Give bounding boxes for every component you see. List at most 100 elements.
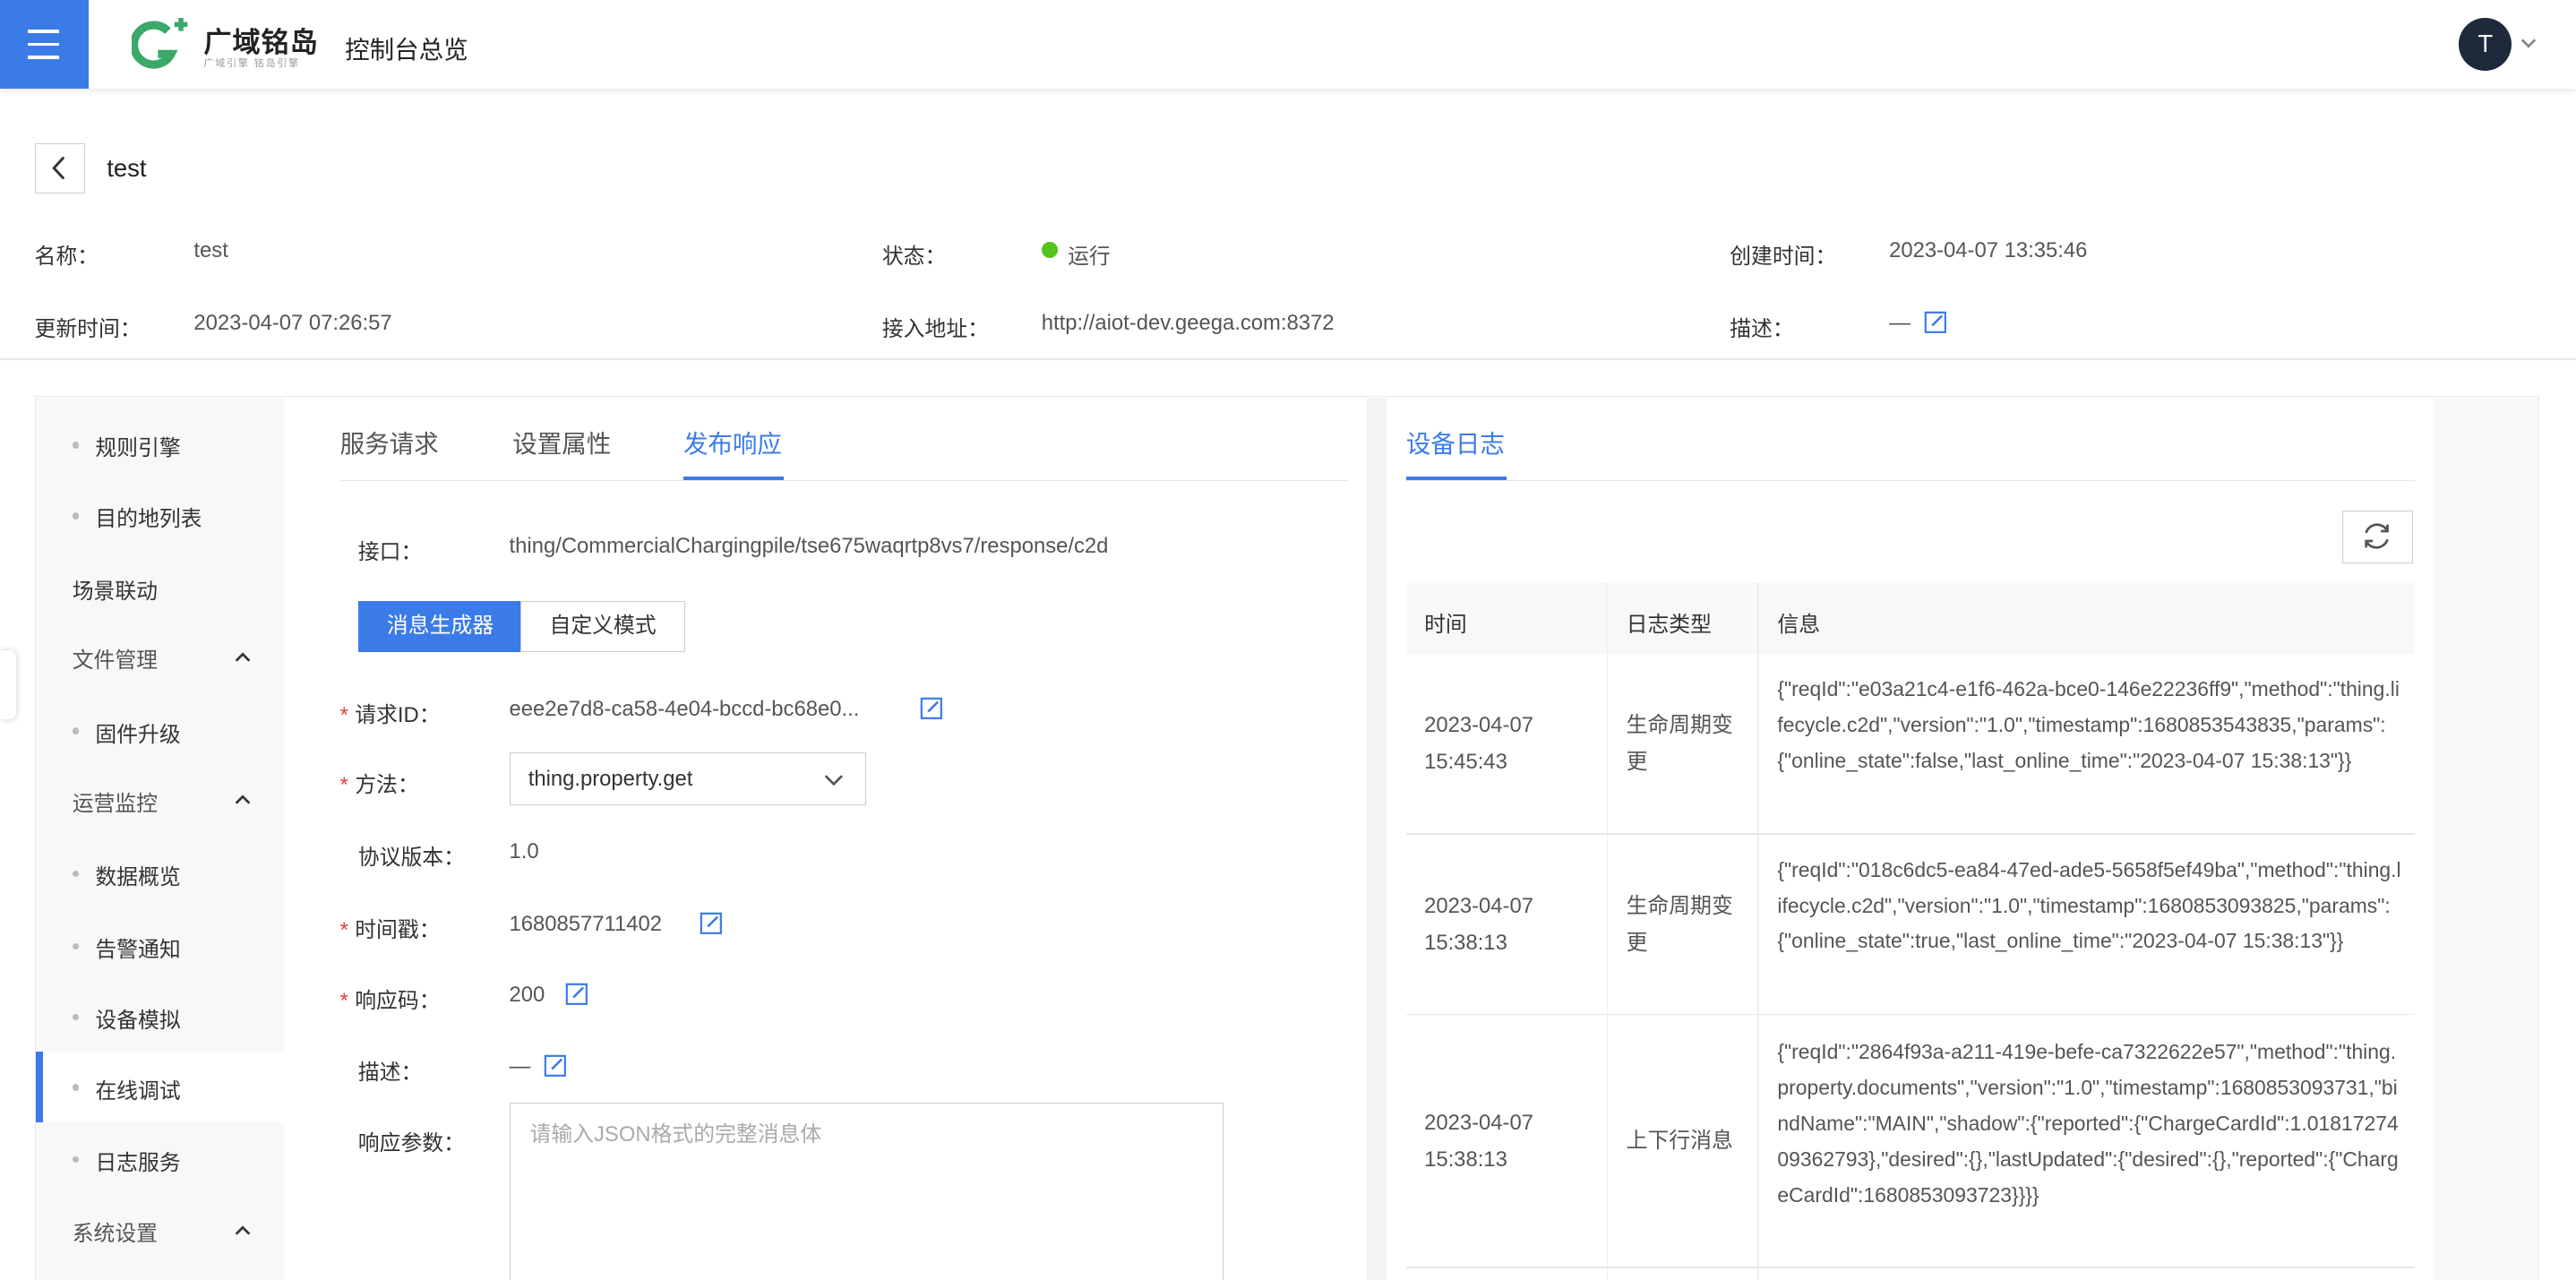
created-value: 2023-04-07 13:35:46 xyxy=(1889,237,2088,262)
row-divider xyxy=(1405,832,2415,835)
sidebar-item-online-debug[interactable]: 在线调试 xyxy=(36,1051,285,1122)
sidebar-item-label: 运营监控 xyxy=(72,791,158,816)
back-button[interactable] xyxy=(34,142,86,194)
sidebar-group-ops-monitor[interactable]: 运营监控 xyxy=(36,764,284,835)
sidebar-item-label: 日志服务 xyxy=(95,1151,181,1176)
timestamp-label: * 时间戳： xyxy=(339,917,441,942)
log-row-info: {"reqId":"e03a21c4-e1f6-462a-bce0-146e22… xyxy=(1777,677,2400,772)
name-label: 名称： xyxy=(34,244,99,269)
tab-publish-response[interactable]: 发布响应 xyxy=(683,424,782,460)
log-tabs-divider xyxy=(1405,479,2415,482)
log-row-type: 生命周期变更 xyxy=(1626,894,1733,955)
tab-set-property[interactable]: 设置属性 xyxy=(512,424,611,460)
row-divider xyxy=(1405,1267,2415,1268)
code-label: * 响应码： xyxy=(339,988,441,1013)
topic-value: thing/CommercialChargingpile/tse675waqrt… xyxy=(509,534,1109,559)
sidebar-item-label: 目的地列表 xyxy=(95,507,202,532)
brand-name: 广域铭岛 xyxy=(203,27,319,58)
refresh-button[interactable] xyxy=(2342,511,2414,564)
section-divider xyxy=(0,357,2576,360)
sidebar-item-label: 文件管理 xyxy=(72,649,158,674)
topic-label: 接口： xyxy=(357,540,423,565)
sidebar-item-label: 规则引擎 xyxy=(95,436,181,461)
method-select[interactable]: thing.property.get xyxy=(509,752,866,805)
col-type-header: 日志类型 xyxy=(1626,612,1712,637)
avatar[interactable]: T xyxy=(2459,18,2512,71)
sidebar-item-data-overview[interactable]: 数据概览 xyxy=(36,838,284,908)
edit-icon[interactable] xyxy=(700,912,723,935)
menu-icon[interactable] xyxy=(0,0,90,90)
sidebar-item-label: 数据概览 xyxy=(95,865,181,890)
top-bar: 广域铭岛 广域引擎 铭岛引擎 控制台总览 T xyxy=(0,0,2576,90)
col-time-header: 时间 xyxy=(1424,612,1467,637)
edit-icon[interactable] xyxy=(565,983,588,1006)
sidebar-item-label: 系统设置 xyxy=(72,1222,158,1247)
log-title[interactable]: 设备日志 xyxy=(1406,424,1505,460)
updated-label: 更新时间： xyxy=(34,316,142,341)
log-row-time: 2023-04-07 15:45:43 xyxy=(1424,713,1533,774)
version-label: 协议版本： xyxy=(357,846,465,871)
desc-value: — xyxy=(1889,310,1911,335)
mode-generator-button[interactable]: 消息生成器 xyxy=(357,601,523,653)
sidebar-item-label: 场景联动 xyxy=(72,580,158,605)
active-tab-indicator xyxy=(683,476,784,480)
log-row-type: 生命周期变更 xyxy=(1626,713,1733,774)
right-gutter xyxy=(2433,397,2538,1280)
sidebar-item-device-sim[interactable]: 设备模拟 xyxy=(36,981,284,1052)
method-value: thing.property.get xyxy=(528,766,693,791)
sidebar-item-label: 告警通知 xyxy=(95,937,181,962)
sidebar-item-label: 固件升级 xyxy=(95,722,181,747)
sidebar-group-file-management[interactable]: 文件管理 xyxy=(36,621,284,692)
sidebar-item-scene-linkage[interactable]: 场景联动 xyxy=(36,552,284,623)
sidebar-item-label: 设备模拟 xyxy=(95,1008,181,1033)
chevron-up-icon xyxy=(236,1225,251,1235)
col-info-header: 信息 xyxy=(1777,612,1821,637)
code-value: 200 xyxy=(509,982,545,1007)
sidebar-item-log-service[interactable]: 日志服务 xyxy=(36,1123,284,1194)
params-placeholder: 请输入JSON格式的完整消息体 xyxy=(529,1122,822,1147)
log-row-time: 2023-04-07 15:38:13 xyxy=(1424,894,1533,955)
edit-icon[interactable] xyxy=(920,697,943,720)
sidebar-item-rule-engine[interactable]: 规则引擎 xyxy=(36,409,284,480)
chevron-up-icon xyxy=(236,795,251,804)
created-label: 创建时间： xyxy=(1730,244,1837,269)
brand-tagline: 广域引擎 铭岛引擎 xyxy=(203,58,300,70)
version-value: 1.0 xyxy=(509,839,539,864)
sidebar-item-firmware[interactable]: 固件升级 xyxy=(36,695,284,766)
log-table-header xyxy=(1405,583,2415,654)
chevron-down-icon xyxy=(824,775,843,786)
chevron-left-icon xyxy=(51,156,64,180)
timestamp-value: 1680857711402 xyxy=(509,911,663,936)
request-id-label-text: 请求ID： xyxy=(355,702,441,727)
col-divider xyxy=(1757,583,1760,1280)
sidebar-group-system-settings[interactable]: 系统设置 xyxy=(36,1194,284,1265)
pane-divider xyxy=(1366,397,1387,1280)
sidebar-item-label: 在线调试 xyxy=(95,1078,181,1104)
log-row-type: 上下行消息 xyxy=(1626,1129,1733,1154)
sidebar-toggle-handle[interactable] xyxy=(0,650,17,720)
edit-icon[interactable] xyxy=(544,1054,567,1078)
method-label-text: 方法： xyxy=(355,773,419,798)
name-value: test xyxy=(193,237,228,262)
tab-service-request[interactable]: 服务请求 xyxy=(340,424,439,460)
timestamp-label-text: 时间戳： xyxy=(355,917,441,942)
chevron-up-icon xyxy=(236,651,251,662)
log-row-info: {"reqId":"018c6dc5-ea84-47ed-ade5-5658f5… xyxy=(1777,857,2401,953)
method-label: * 方法： xyxy=(339,773,419,798)
log-tab-indicator xyxy=(1405,476,1507,480)
endpoint-value: http://aiot-dev.geega.com:8372 xyxy=(1041,310,1335,335)
mode-custom-button[interactable]: 自定义模式 xyxy=(520,601,685,653)
request-id-value: eee2e7d8-ca58-4e04-bccd-bc68e0... xyxy=(509,696,860,721)
status-dot-icon xyxy=(1041,241,1059,258)
chevron-down-icon[interactable] xyxy=(2519,33,2538,53)
nav-title[interactable]: 控制台总览 xyxy=(345,30,468,65)
log-row-time: 2023-04-07 15:38:13 xyxy=(1424,1111,1533,1172)
edit-icon[interactable] xyxy=(1924,311,1947,334)
col-divider xyxy=(1606,583,1609,1280)
endpoint-label: 接入地址： xyxy=(881,316,989,341)
sidebar-item-destinations[interactable]: 目的地列表 xyxy=(36,480,284,551)
form-desc-value: — xyxy=(509,1054,531,1079)
brand-logo-icon xyxy=(131,18,188,69)
sidebar-item-alerts[interactable]: 告警通知 xyxy=(36,910,284,981)
params-textarea[interactable]: 请输入JSON格式的完整消息体 xyxy=(509,1102,1224,1280)
